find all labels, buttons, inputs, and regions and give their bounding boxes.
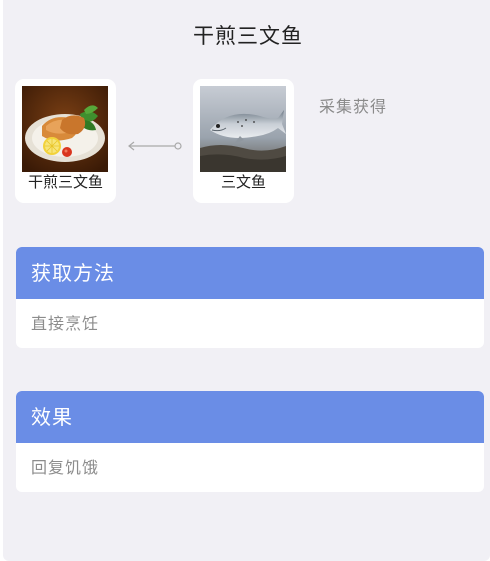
obtain-method-value: 直接烹饪: [31, 314, 100, 333]
ingredient-item-card[interactable]: 三文鱼: [193, 79, 294, 203]
source-method-text: 采集获得: [319, 97, 388, 116]
result-item-name: 干煎三文鱼: [27, 173, 103, 191]
effect-value: 回复饥饿: [31, 458, 100, 477]
effect-section: 效果 回复饥饿: [16, 391, 484, 492]
effect-header: 效果: [16, 391, 484, 443]
salmon-fish-image: [200, 86, 286, 172]
page-title: 干煎三文鱼: [193, 24, 303, 48]
pan-fried-salmon-dish-image: [22, 86, 108, 172]
recipe-panel: 干煎三文鱼 干煎三文鱼 三文鱼 采集获得 获取方法 直接烹饪 效果 回复饥饿: [3, 0, 490, 561]
arrow-left-icon: [128, 141, 182, 151]
obtain-method-header: 获取方法: [16, 247, 484, 299]
result-item-card[interactable]: 干煎三文鱼: [15, 79, 116, 203]
obtain-method-section: 获取方法 直接烹饪: [16, 247, 484, 348]
ingredient-item-name: 三文鱼: [220, 173, 266, 191]
